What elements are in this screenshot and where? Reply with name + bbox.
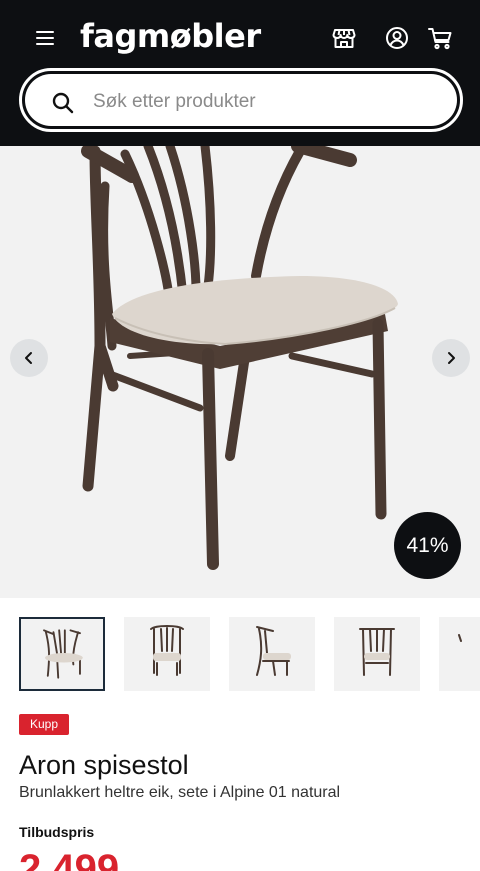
product-price: 2 499 (19, 847, 120, 871)
price-label: Tilbudspris (19, 824, 95, 840)
thumbnail-1[interactable] (19, 617, 105, 691)
search-input[interactable] (93, 84, 423, 120)
site-logo[interactable]: fagmøbler (80, 16, 261, 56)
chevron-right-icon[interactable] (432, 339, 470, 377)
search-icon[interactable] (51, 91, 75, 115)
thumbnail-2[interactable] (124, 617, 210, 691)
discount-badge: 41% (394, 512, 461, 579)
thumbnail-3[interactable] (229, 617, 315, 691)
search-field-wrapper (25, 74, 457, 126)
thumbnail-strip[interactable] (0, 617, 480, 691)
store-icon[interactable] (330, 24, 358, 52)
product-image-carousel[interactable]: 41% (0, 146, 480, 598)
deal-badge: Kupp (19, 714, 70, 735)
cart-icon[interactable] (426, 24, 454, 52)
product-description: Brunlakkert heltre eik, sete i Alpine 01… (19, 784, 341, 801)
account-icon[interactable] (383, 24, 411, 52)
chevron-left-icon[interactable] (10, 339, 48, 377)
product-title: Aron spisestol (19, 750, 189, 780)
search-bar (19, 68, 463, 132)
menu-icon[interactable] (32, 26, 58, 50)
thumbnail-5[interactable] (439, 617, 480, 691)
site-header: fagmøbler (0, 0, 480, 146)
thumbnail-4[interactable] (334, 617, 420, 691)
